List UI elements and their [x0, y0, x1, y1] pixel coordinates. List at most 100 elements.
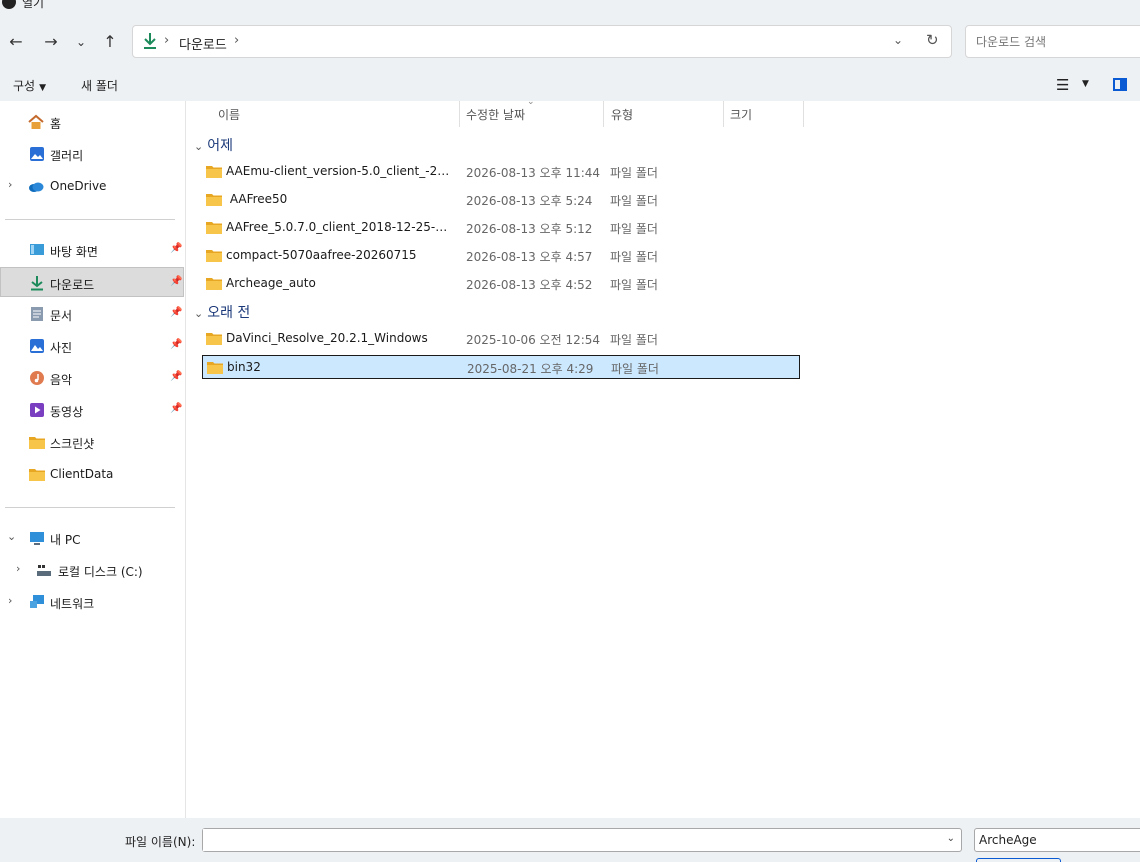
column-divider[interactable] — [459, 101, 460, 127]
sidebar-item-onedrive[interactable]: › OneDrive — [0, 171, 184, 201]
file-name-input[interactable] — [203, 829, 933, 851]
sidebar-item-pictures[interactable]: 사진 📌 — [0, 331, 184, 361]
breadcrumb-separator[interactable]: › — [164, 33, 169, 48]
file-row[interactable]: DaVinci_Resolve_20.2.1_Windows 2025-10-0… — [202, 327, 800, 351]
preview-pane-icon[interactable] — [1113, 78, 1127, 91]
sidebar-divider — [5, 219, 175, 220]
search-input[interactable] — [966, 26, 1126, 57]
pin-icon[interactable]: 📌 — [170, 307, 182, 318]
file-type: 파일 폴더 — [610, 250, 658, 264]
organize-button[interactable]: 구성 ▼ — [13, 77, 46, 94]
folder-icon — [29, 469, 45, 481]
sidebar-item-gallery[interactable]: 갤러리 — [0, 139, 184, 169]
column-header-modified[interactable]: 수정한 날짜 — [466, 101, 525, 127]
sidebar-item-label: 네트워크 — [50, 597, 95, 611]
network-icon — [30, 595, 44, 608]
window-title: 열기 — [22, 0, 45, 10]
sidebar-item-home[interactable]: 홈 — [0, 107, 184, 137]
column-divider[interactable] — [723, 101, 724, 127]
sidebar-item-music[interactable]: 음악 📌 — [0, 363, 184, 393]
download-icon — [31, 276, 43, 291]
sidebar-item-label: 음악 — [50, 373, 73, 387]
sidebar-item-clientdata[interactable]: ClientData — [0, 459, 184, 489]
onedrive-icon — [29, 182, 44, 192]
breadcrumb-separator[interactable]: › — [234, 33, 239, 48]
refresh-icon[interactable]: ↻ — [926, 31, 939, 49]
column-header-type[interactable]: 유형 — [611, 101, 633, 127]
column-divider[interactable] — [603, 101, 604, 127]
organize-label: 구성 — [13, 79, 36, 93]
pin-icon[interactable]: 📌 — [170, 276, 182, 287]
file-type: 파일 폴더 — [610, 333, 658, 347]
up-button[interactable]: ↑ — [97, 29, 123, 55]
navigation-pane: 홈 갤러리 › OneDrive 바탕 화면 📌 다운로드 📌 문서 📌 사진 … — [0, 101, 186, 818]
chevron-right-icon[interactable]: › — [8, 178, 12, 191]
folder-icon — [206, 222, 222, 234]
file-name: bin32 — [227, 360, 261, 374]
sidebar-item-this-pc[interactable]: ⌄ 내 PC — [0, 523, 184, 553]
open-button[interactable] — [976, 858, 1061, 862]
dialog-footer: 파일 이름(N): ⌄ ArcheAge — [0, 818, 1140, 862]
forward-button[interactable]: → — [38, 29, 64, 55]
sort-arrow-icon: ⌄ — [527, 97, 535, 107]
group-header-yesterday[interactable]: ⌄ 어제 — [194, 135, 233, 155]
column-header-name[interactable]: 이름 — [218, 101, 240, 127]
file-type: 파일 폴더 — [610, 222, 658, 236]
file-name-label: 파일 이름(N): — [125, 835, 196, 849]
recent-locations-button[interactable]: ⌄ — [68, 29, 94, 55]
music-icon — [30, 371, 44, 385]
file-name: AAEmu-client_version-5.0_client_-2018-..… — [226, 164, 454, 178]
chevron-down-icon: ⌄ — [194, 307, 204, 320]
pin-icon[interactable]: 📌 — [170, 403, 182, 414]
sidebar-item-network[interactable]: › 네트워크 — [0, 587, 184, 617]
file-row[interactable]: AAEmu-client_version-5.0_client_-2018-..… — [202, 160, 800, 184]
folder-icon — [207, 362, 223, 374]
command-bar: 구성 ▼ 새 폴더 ☰ ▼ — [0, 71, 1140, 101]
chevron-down-icon[interactable]: ⌄ — [7, 530, 16, 543]
folder-icon — [206, 166, 222, 178]
back-button[interactable]: ← — [3, 29, 29, 55]
file-type-filter[interactable]: ArcheAge — [974, 828, 1140, 852]
file-name-combobox[interactable]: ⌄ — [202, 828, 962, 852]
file-row[interactable]: Archeage_auto 2026-08-13 오후 4:52 파일 폴더 — [202, 272, 800, 296]
column-divider[interactable] — [803, 101, 804, 127]
file-row[interactable]: AAFree_5.0.7.0_client_2018-12-25-2ebe...… — [202, 216, 800, 240]
file-row[interactable]: AAFree50 2026-08-13 오후 5:24 파일 폴더 — [202, 188, 800, 212]
drive-icon — [37, 565, 51, 576]
pin-icon[interactable]: 📌 — [170, 339, 182, 350]
file-date: 2026-08-13 오후 11:44 — [466, 166, 601, 180]
chevron-down-icon[interactable]: ⌄ — [893, 33, 903, 47]
folder-icon — [206, 333, 222, 345]
sidebar-item-downloads[interactable]: 다운로드 📌 — [0, 267, 184, 297]
pin-icon[interactable]: 📌 — [170, 243, 182, 254]
sidebar-item-local-disk[interactable]: › 로컬 디스크 (C:) — [0, 555, 184, 585]
file-name: DaVinci_Resolve_20.2.1_Windows — [226, 331, 428, 345]
search-box[interactable] — [965, 25, 1140, 58]
chevron-right-icon[interactable]: › — [16, 562, 20, 575]
chevron-right-icon[interactable]: › — [8, 594, 12, 607]
navigation-bar: ← → ⌄ ↑ › 다운로드 › ⌄ ↻ — [0, 15, 1140, 71]
chevron-down-icon[interactable]: ⌄ — [947, 833, 955, 844]
column-header-size[interactable]: 크기 — [730, 101, 752, 127]
sidebar-item-label: 동영상 — [50, 405, 84, 419]
sidebar-item-label: ClientData — [50, 467, 114, 481]
file-type: 파일 폴더 — [610, 166, 658, 180]
pin-icon[interactable]: 📌 — [170, 371, 182, 382]
sidebar-item-documents[interactable]: 문서 📌 — [0, 299, 184, 329]
group-header-long-ago[interactable]: ⌄ 오래 전 — [194, 302, 250, 322]
breadcrumb-downloads[interactable]: 다운로드 — [179, 34, 227, 53]
sidebar-item-label: 문서 — [50, 309, 73, 323]
sidebar-item-videos[interactable]: 동영상 📌 — [0, 395, 184, 425]
file-row-selected[interactable]: bin32 2025-08-21 오후 4:29 파일 폴더 — [202, 355, 800, 379]
view-details-icon[interactable]: ☰ — [1056, 76, 1069, 94]
app-icon — [2, 0, 16, 9]
desktop-icon — [30, 244, 44, 255]
address-bar[interactable]: › 다운로드 › ⌄ ↻ — [132, 25, 952, 58]
new-folder-button[interactable]: 새 폴더 — [81, 77, 118, 94]
home-icon — [28, 114, 44, 129]
caret-down-icon[interactable]: ▼ — [1082, 79, 1089, 89]
file-row[interactable]: compact-5070aafree-20260715 2026-08-13 오… — [202, 244, 800, 268]
sidebar-item-screenshots[interactable]: 스크린샷 — [0, 427, 184, 457]
group-title: 어제 — [207, 138, 233, 154]
sidebar-item-desktop[interactable]: 바탕 화면 📌 — [0, 235, 184, 265]
